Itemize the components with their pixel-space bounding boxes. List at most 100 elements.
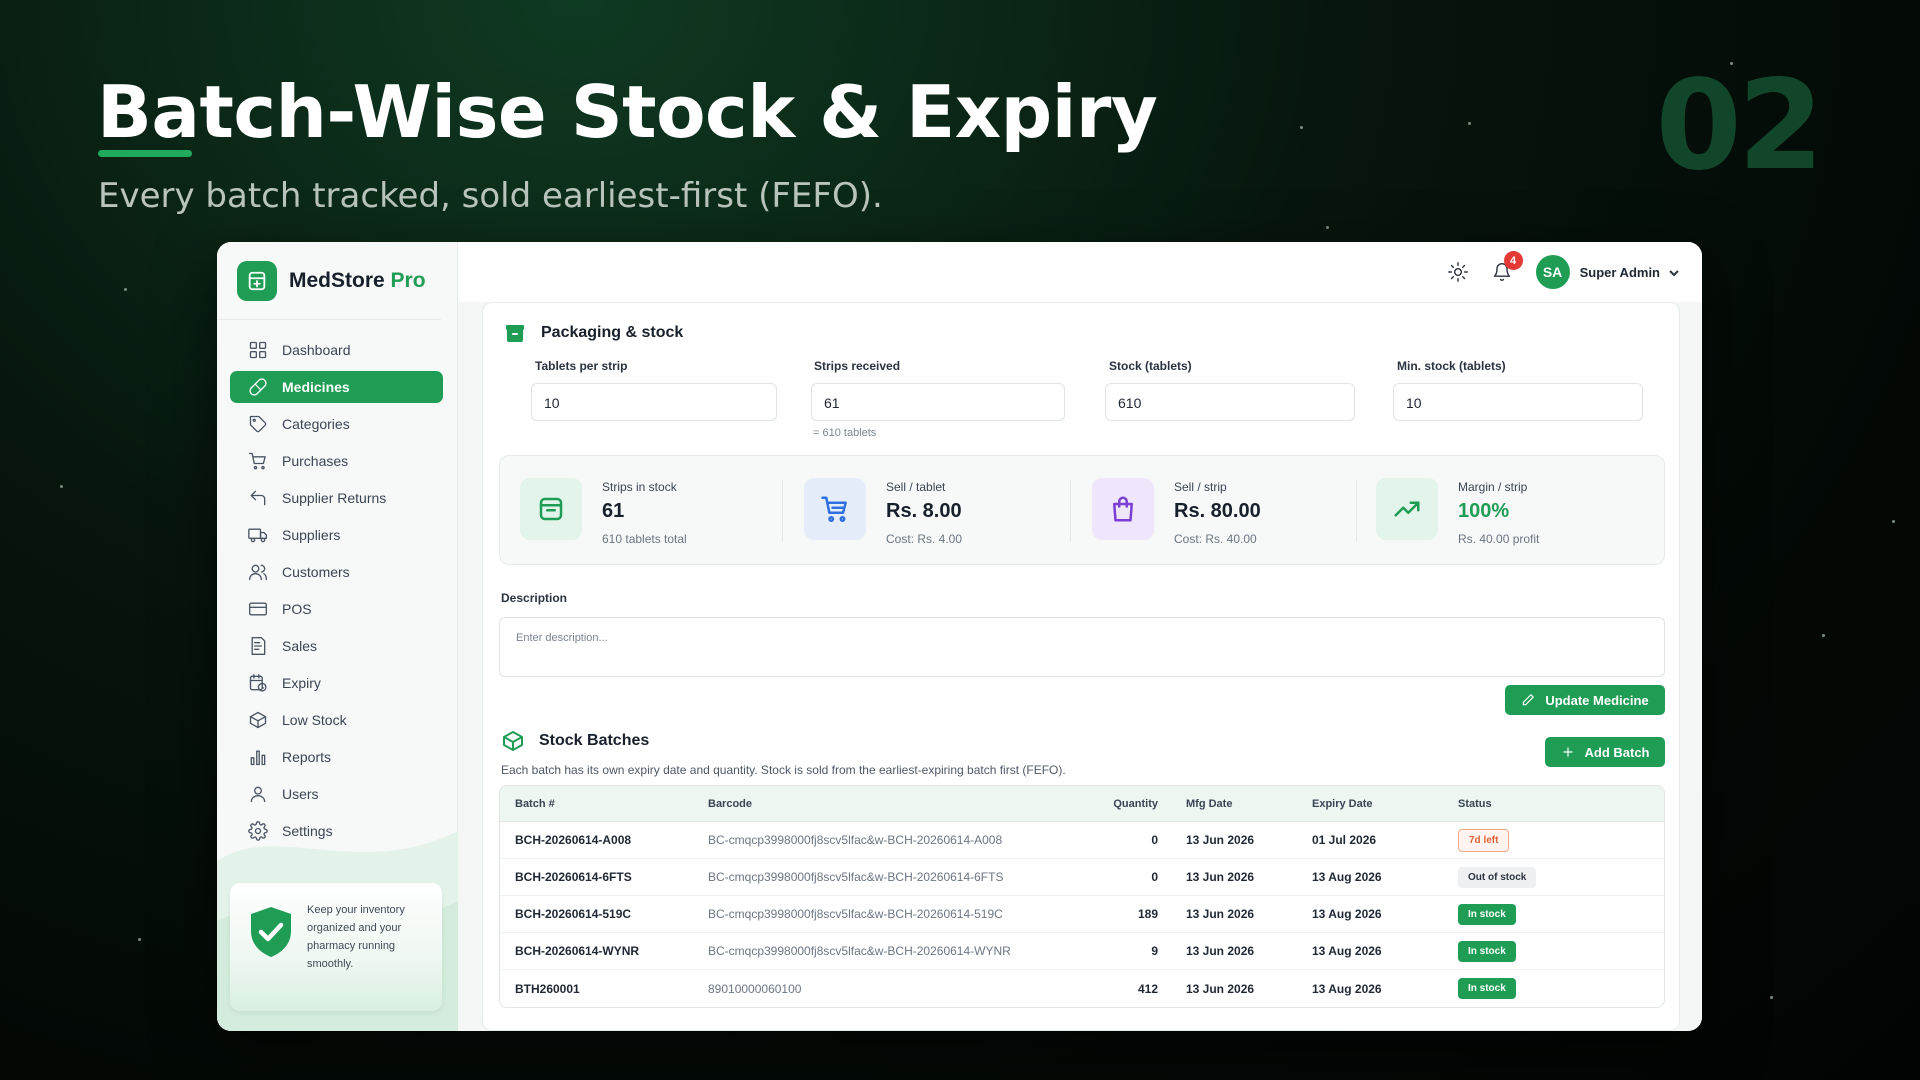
batch-number: BCH-20260614-A008 xyxy=(515,833,632,847)
sidebar-item-label: POS xyxy=(282,601,312,617)
medicine-form-card: Packaging & stock Tablets per strip 10 S… xyxy=(482,302,1680,1031)
shield-check-icon xyxy=(251,907,291,957)
sidebar-item-purchases[interactable]: Purchases xyxy=(230,445,443,477)
table-row[interactable]: BTH260001 89010000060100 412 13 Jun 2026… xyxy=(500,970,1664,1007)
sidebar-item-customers[interactable]: Customers xyxy=(230,556,443,588)
description-textarea[interactable]: Enter description... xyxy=(499,617,1665,677)
stat-divider xyxy=(1070,480,1071,542)
batch-number: BTH260001 xyxy=(515,981,580,996)
batch-number: BCH-20260614-519C xyxy=(515,907,632,921)
brand[interactable]: MedStore Pro xyxy=(217,242,441,320)
card-icon xyxy=(248,599,268,619)
stock-tablets-label: Stock (tablets) xyxy=(1109,359,1192,373)
star-decoration xyxy=(1300,126,1303,129)
chevron-down-icon[interactable] xyxy=(1668,266,1680,278)
tablets-per-strip-input[interactable]: 10 xyxy=(531,383,777,421)
stat-value: 61 xyxy=(602,500,625,522)
stat-divider xyxy=(1356,480,1357,542)
sidebar-item-supplier-returns[interactable]: Supplier Returns xyxy=(230,482,443,514)
sidebar-item-low-stock[interactable]: Low Stock xyxy=(230,704,443,736)
strips-hint: = 610 tablets xyxy=(813,427,877,439)
stat-label: Strips in stock xyxy=(602,480,677,494)
batch-number: BCH-20260614-WYNR xyxy=(515,944,640,958)
stat-label: Margin / strip xyxy=(1458,480,1528,494)
dashboard-icon xyxy=(248,340,268,360)
min-stock-input[interactable]: 10 xyxy=(1393,383,1643,421)
quantity: 0 xyxy=(1151,870,1158,884)
sidebar-item-categories[interactable]: Categories xyxy=(230,408,443,440)
sidebar-item-pos[interactable]: POS xyxy=(230,593,443,625)
slide-number: 02 xyxy=(1655,54,1824,198)
brand-suffix: Pro xyxy=(390,268,426,292)
column-header[interactable]: Status xyxy=(1458,798,1658,810)
topbar: 4 SA Super Admin xyxy=(458,242,1702,302)
table-row[interactable]: BCH-20260614-519C BC-cmqcp3998000fj8scv5… xyxy=(500,896,1664,933)
calendar-clock-icon xyxy=(248,673,268,693)
expiry-date: 01 Jul 2026 xyxy=(1312,833,1377,847)
bag-icon xyxy=(1092,478,1154,540)
stock-batches-title: Stock Batches xyxy=(501,729,649,753)
column-header[interactable]: Mfg Date xyxy=(1158,798,1312,810)
strips-received-input[interactable]: 61 xyxy=(811,383,1065,421)
user-name[interactable]: Super Admin xyxy=(1580,265,1660,280)
star-decoration xyxy=(1468,122,1471,125)
truck-icon xyxy=(248,525,268,545)
stat-sub: Cost: Rs. 4.00 xyxy=(886,532,963,546)
sidebar-item-label: Medicines xyxy=(282,379,350,395)
brand-logo-icon xyxy=(237,260,277,301)
stat-value: Rs. 80.00 xyxy=(1174,500,1261,522)
theme-toggle-button[interactable] xyxy=(1446,260,1470,284)
hero-title: Batch-Wise Stock & Expiry xyxy=(97,70,1158,154)
column-header[interactable]: Barcode xyxy=(708,798,1078,810)
column-header[interactable]: Expiry Date xyxy=(1312,798,1458,810)
sidebar-item-dashboard[interactable]: Dashboard xyxy=(230,334,443,366)
stat-label: Sell / strip xyxy=(1174,480,1227,494)
main-content: 4 SA Super Admin Packaging & stock Table… xyxy=(458,242,1702,1031)
avatar[interactable]: SA xyxy=(1535,255,1570,289)
barcode: 89010000060100 xyxy=(708,981,802,996)
sidebar-item-label: Reports xyxy=(282,749,332,765)
update-medicine-button[interactable]: Update Medicine xyxy=(1505,685,1665,715)
status-badge: In stock xyxy=(1458,940,1516,962)
sidebar-item-label: Low Stock xyxy=(282,712,347,728)
promo-card: Keep your inventory organized and your p… xyxy=(230,883,442,1011)
barcode: BC-cmqcp3998000fj8scv5lfac&w-BCH-2026061… xyxy=(708,907,1003,921)
stat-sub: 610 tablets total xyxy=(602,532,687,546)
sidebar-item-sales[interactable]: Sales xyxy=(230,630,443,662)
sidebar-item-expiry[interactable]: Expiry xyxy=(230,667,443,699)
mfg-date: 13 Jun 2026 xyxy=(1186,870,1255,884)
app-window: MedStore Pro Dashboard Medicines Categor… xyxy=(217,242,1702,1031)
box-icon xyxy=(520,478,582,540)
strips-received-label: Strips received xyxy=(814,359,901,373)
mfg-date: 13 Jun 2026 xyxy=(1186,944,1255,958)
sidebar-item-label: Dashboard xyxy=(282,342,351,358)
add-batch-button[interactable]: Add Batch xyxy=(1545,737,1665,767)
trend-up-icon xyxy=(1376,478,1438,540)
quantity: 412 xyxy=(1137,981,1158,996)
quantity: 189 xyxy=(1137,907,1158,921)
notifications-button[interactable]: 4 xyxy=(1490,251,1523,284)
pencil-icon xyxy=(1523,694,1535,706)
notification-badge: 4 xyxy=(1503,251,1523,270)
sidebar-item-label: Users xyxy=(282,786,319,802)
status-badge: In stock xyxy=(1458,903,1516,925)
column-header[interactable]: Batch # xyxy=(500,798,708,810)
hero-subtitle: Every batch tracked, sold earliest-first… xyxy=(98,176,883,216)
status-badge: In stock xyxy=(1458,978,1516,999)
sidebar-item-suppliers[interactable]: Suppliers xyxy=(230,519,443,551)
sidebar-item-reports[interactable]: Reports xyxy=(230,741,443,773)
table-row[interactable]: BCH-20260614-A008 BC-cmqcp3998000fj8scv5… xyxy=(500,822,1664,859)
star-decoration xyxy=(60,485,63,488)
users-icon xyxy=(248,562,268,582)
status-badge: 7d left xyxy=(1458,828,1510,852)
quantity: 0 xyxy=(1151,833,1158,847)
stat-divider xyxy=(782,480,783,542)
table-row[interactable]: BCH-20260614-WYNR BC-cmqcp3998000fj8scv5… xyxy=(500,933,1664,970)
sidebar-item-medicines[interactable]: Medicines xyxy=(230,371,443,403)
expiry-date: 13 Aug 2026 xyxy=(1312,944,1382,958)
column-header[interactable]: Quantity xyxy=(1078,798,1158,810)
expiry-date: 13 Aug 2026 xyxy=(1312,870,1382,884)
table-row[interactable]: BCH-20260614-6FTS BC-cmqcp3998000fj8scv5… xyxy=(500,859,1664,896)
pill-icon xyxy=(248,377,268,397)
stock-tablets-input[interactable]: 610 xyxy=(1105,383,1355,421)
